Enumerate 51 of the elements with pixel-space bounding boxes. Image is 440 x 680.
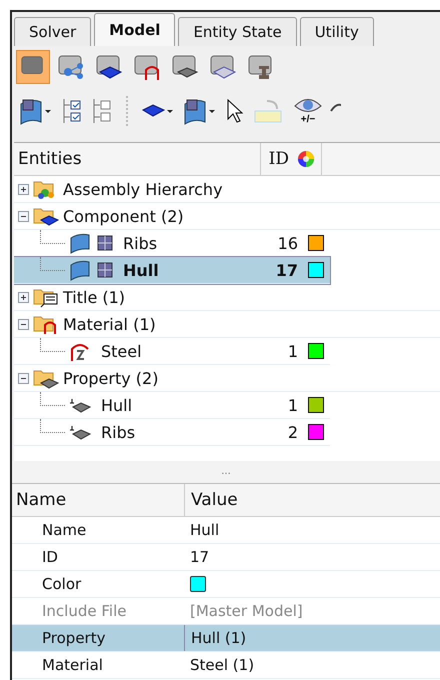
expand-toggle[interactable] (18, 210, 29, 222)
eye-button[interactable]: +/− (290, 97, 326, 125)
expand-toggle[interactable] (18, 184, 29, 194)
column-header[interactable]: Entities (14, 143, 261, 175)
grid-icon (97, 235, 113, 251)
splitter-handle[interactable]: ... (221, 467, 231, 477)
expand-toggle[interactable] (18, 292, 29, 302)
entity-id: 1 (286, 396, 298, 414)
property-name: ID (41, 547, 59, 568)
property-name: Property (40, 625, 185, 651)
tree-row[interactable]: Hull 1 (14, 392, 330, 419)
column-header[interactable]: Value (185, 490, 238, 510)
tree-item[interactable]: Component (2) (63, 206, 184, 226)
entity-id: 2 (286, 422, 298, 442)
property-value[interactable]: Hull (1) (185, 625, 440, 651)
grid-icon (97, 262, 113, 278)
entity-name: Hull (101, 396, 134, 414)
entity-id: 16 (276, 234, 298, 252)
entity-id: 1 (286, 342, 298, 360)
folder-folder-button[interactable] (16, 50, 50, 84)
column-header[interactable]: Name (12, 484, 185, 516)
property-name: Include File (41, 601, 128, 622)
tree-item[interactable]: Property (2) (63, 368, 158, 388)
expand-toggle[interactable] (18, 372, 29, 384)
entity-name: Steel (101, 342, 143, 360)
entity-name: Ribs (101, 422, 136, 442)
tree-item[interactable]: Assembly Hierarchy (63, 180, 223, 198)
property-value[interactable]: 17 (184, 544, 440, 570)
tree-row[interactable]: Hull 17 (14, 257, 330, 284)
property-value[interactable]: Steel (1) (184, 652, 440, 678)
tab[interactable]: Utility (300, 17, 374, 46)
entity-name: Hull (123, 260, 160, 280)
property-value[interactable]: Hull (184, 517, 440, 543)
entity-name: Ribs (123, 234, 158, 252)
surface-icon (69, 232, 91, 254)
tab[interactable]: Model (94, 13, 176, 46)
tab[interactable]: Solver (14, 17, 92, 46)
surface-icon (69, 259, 91, 281)
color-wheel-icon (297, 150, 315, 168)
color-swatch[interactable] (190, 576, 206, 592)
expand-toggle[interactable] (18, 318, 29, 330)
entity-id: 17 (274, 260, 298, 280)
tree-item[interactable]: Title (1) (63, 288, 126, 306)
tab[interactable]: Entity State (178, 17, 297, 46)
property-name: Material (41, 655, 104, 676)
property-name: Name (41, 520, 88, 541)
column-header[interactable]: ID (261, 149, 291, 169)
tree-row[interactable]: Ribs 2 (14, 419, 330, 446)
tree-row[interactable]: Steel 1 (14, 338, 330, 365)
property-name: Color (41, 574, 82, 595)
tree-item[interactable]: Material (1) (63, 314, 156, 334)
